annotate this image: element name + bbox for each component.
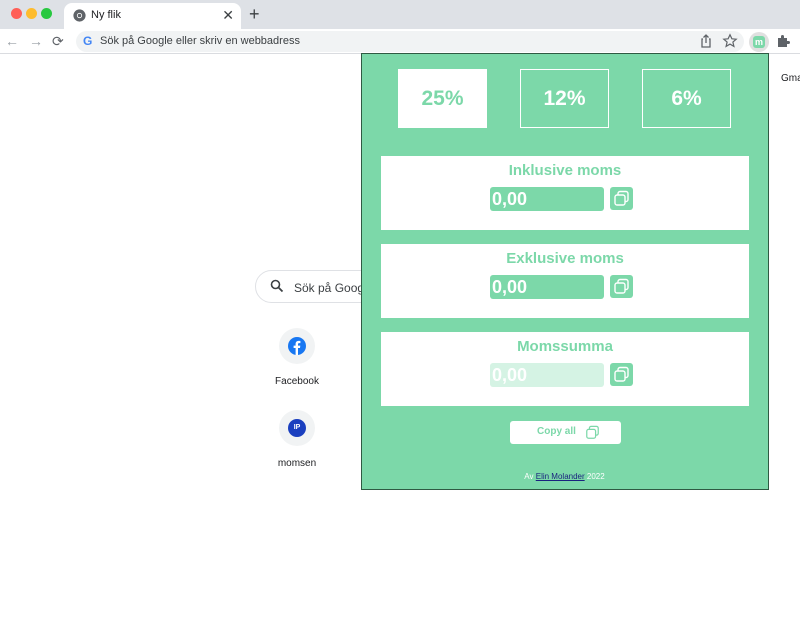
exklusive-moms-input[interactable]: 0,00	[490, 275, 604, 299]
popup-footer: Av Elin Molander 2022	[362, 472, 767, 481]
card-exklusive-moms: Exklusive moms 0,00	[381, 244, 749, 318]
momsen-extension-icon: m	[753, 36, 765, 48]
card-title: Inklusive moms	[508, 162, 622, 179]
tab-bar: Ny flik ✕ +	[0, 0, 800, 29]
tab-new-tab[interactable]: Ny flik ✕	[64, 3, 241, 29]
shortcut-facebook[interactable]: Facebook	[257, 328, 337, 387]
copy-exklusive-button[interactable]	[610, 275, 633, 298]
browser-toolbar: ← → ⟳ G Sök på Google eller skriv en web…	[0, 29, 800, 54]
new-tab-button[interactable]: +	[249, 5, 260, 23]
back-button[interactable]: ←	[5, 33, 19, 49]
card-title: Exklusive moms	[506, 250, 624, 267]
search-icon	[270, 279, 284, 293]
shortcut-momsen[interactable]: IP momsen	[257, 410, 337, 469]
address-bar-placeholder: Sök på Google eller skriv en webbadress	[100, 35, 300, 47]
card-title: Momssumma	[517, 338, 613, 355]
copy-icon	[586, 425, 599, 439]
momsen-popup: 25% 12% 6% Inklusive moms 0,00 Exklusive…	[361, 53, 769, 490]
shortcut-icon-container: IP	[279, 410, 315, 446]
gmail-link[interactable]: Gma	[781, 73, 800, 84]
maximize-window-button[interactable]	[41, 8, 52, 19]
rate-button-12[interactable]: 12%	[520, 69, 609, 128]
copy-all-label: Copy all	[537, 426, 576, 437]
share-icon[interactable]	[698, 33, 714, 49]
rate-button-25[interactable]: 25%	[398, 69, 487, 128]
copy-all-button[interactable]: Copy all	[510, 421, 621, 444]
forward-button[interactable]: →	[29, 33, 43, 49]
shortcut-label: momsen	[277, 458, 317, 469]
shortcut-label: Facebook	[275, 376, 319, 387]
copy-icon	[614, 278, 629, 294]
chrome-icon	[73, 9, 86, 22]
copy-icon	[614, 366, 629, 382]
author-link[interactable]: Elin Molander	[536, 472, 585, 481]
card-inklusive-moms: Inklusive moms 0,00	[381, 156, 749, 230]
footer-year: 2022	[586, 472, 605, 481]
bookmark-star-icon[interactable]	[722, 33, 738, 49]
momsen-extension-button[interactable]: m	[749, 32, 769, 52]
momssumma-output: 0,00	[490, 363, 604, 387]
copy-inklusive-button[interactable]	[610, 187, 633, 210]
rate-button-6[interactable]: 6%	[642, 69, 731, 128]
copy-icon	[614, 190, 629, 206]
inklusive-moms-input[interactable]: 0,00	[490, 187, 604, 211]
minimize-window-button[interactable]	[26, 8, 37, 19]
tab-close-icon[interactable]: ✕	[222, 7, 234, 23]
puzzle-extensions-icon[interactable]	[775, 33, 791, 49]
google-g-icon: G	[83, 34, 93, 48]
tab-title: Ny flik	[91, 9, 121, 21]
close-window-button[interactable]	[11, 8, 22, 19]
address-bar[interactable]: G Sök på Google eller skriv en webbadres…	[76, 31, 744, 52]
footer-prefix: Av	[524, 472, 534, 481]
ip-icon: IP	[288, 419, 306, 437]
reload-button[interactable]: ⟳	[52, 33, 64, 49]
card-momssumma: Momssumma 0,00	[381, 332, 749, 406]
copy-momssumma-button[interactable]	[610, 363, 633, 386]
shortcut-icon-container	[279, 328, 315, 364]
facebook-icon	[288, 337, 306, 355]
google-search-placeholder: Sök på Goog	[294, 281, 365, 295]
